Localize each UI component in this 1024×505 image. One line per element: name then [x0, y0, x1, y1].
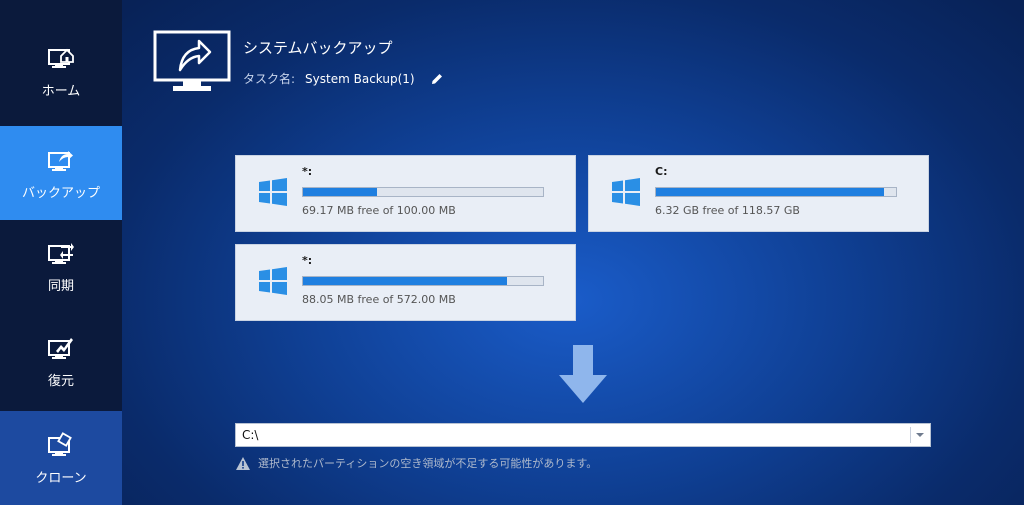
sidebar-item-backup[interactable]: バックアップ: [0, 126, 122, 220]
warning-text: 選択されたパーティションの空き領域が不足する可能性があります。: [258, 457, 598, 470]
partition-card[interactable]: *: 88.05 MB free of 572.00 MB: [235, 244, 576, 321]
sidebar: ホーム バックアップ 同期 復元 クローン: [0, 0, 122, 505]
sidebar-item-label: ホーム: [41, 83, 81, 99]
warning-message: 選択されたパーティションの空き領域が不足する可能性があります。: [236, 455, 597, 471]
free-space-text: 88.05 MB free of 572.00 MB: [302, 293, 456, 306]
task-name-label: タスク名:: [243, 72, 296, 86]
partition-card[interactable]: C: 6.32 GB free of 118.57 GB: [588, 155, 929, 232]
windows-icon: [259, 267, 287, 295]
windows-icon: [612, 178, 640, 206]
destination-select[interactable]: C:\: [235, 423, 931, 447]
usage-bar: [655, 187, 897, 197]
free-space-text: 69.17 MB free of 100.00 MB: [302, 204, 456, 217]
drive-name: C:: [655, 165, 668, 178]
sidebar-item-label: 同期: [47, 278, 74, 294]
warning-icon: [236, 456, 250, 470]
usage-bar-fill: [656, 188, 884, 196]
home-monitor-icon: [48, 48, 74, 68]
task-name-value: System Backup(1): [305, 71, 415, 86]
clone-monitor-icon: [48, 431, 72, 456]
sidebar-item-label: バックアップ: [21, 185, 100, 201]
sidebar-item-label: 復元: [47, 373, 74, 389]
drive-name: *:: [302, 165, 313, 178]
destination-value: C:\: [242, 428, 259, 442]
partition-card[interactable]: *: 69.17 MB free of 100.00 MB: [235, 155, 576, 232]
restore-monitor-icon: [48, 337, 73, 359]
system-backup-monitor-icon: [153, 30, 231, 91]
sidebar-item-home[interactable]: ホーム: [0, 24, 122, 118]
select-divider: [910, 427, 911, 443]
task-name-row: タスク名: System Backup(1): [243, 70, 443, 87]
pencil-icon[interactable]: [431, 73, 443, 85]
sidebar-item-sync[interactable]: 同期: [0, 219, 122, 313]
backup-monitor-icon: [48, 150, 73, 171]
sidebar-item-restore[interactable]: 復元: [0, 314, 122, 408]
free-space-text: 6.32 GB free of 118.57 GB: [655, 204, 800, 217]
drive-name: *:: [302, 254, 313, 267]
sidebar-item-clone[interactable]: クローン: [0, 411, 122, 505]
page-title: システムバックアップ: [243, 39, 393, 57]
usage-bar-fill: [303, 188, 378, 196]
usage-bar: [302, 276, 544, 286]
windows-icon: [259, 178, 287, 206]
sync-monitor-icon: [48, 242, 74, 264]
down-arrow-icon: [559, 345, 607, 403]
usage-bar-fill: [303, 277, 507, 285]
sidebar-item-label: クローン: [35, 470, 87, 486]
usage-bar: [302, 187, 544, 197]
chevron-down-icon[interactable]: [915, 430, 925, 440]
